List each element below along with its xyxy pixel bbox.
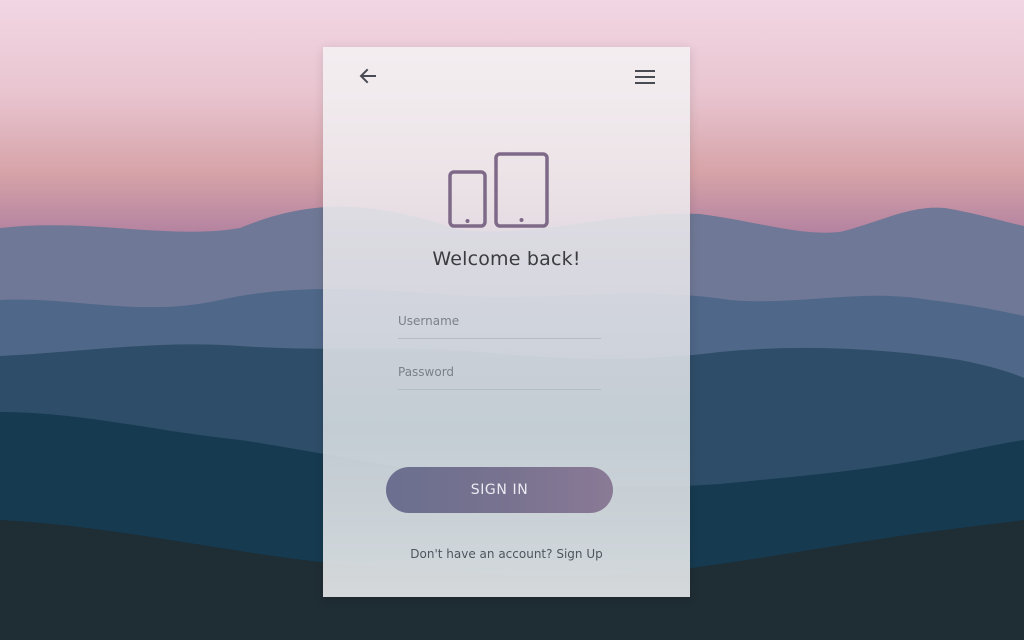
password-input[interactable] — [398, 360, 601, 390]
hamburger-menu-icon[interactable] — [634, 66, 656, 88]
phone-tablet-devices-icon — [448, 152, 549, 228]
username-input[interactable] — [398, 309, 601, 339]
signup-prompt: Don't have an account? Sign Up — [323, 547, 690, 561]
arrow-left-icon[interactable] — [357, 65, 379, 87]
sign-in-button[interactable]: SIGN IN — [386, 467, 613, 513]
login-card: Welcome back! SIGN IN Don't have an acco… — [323, 47, 690, 597]
signup-prompt-text: Don't have an account? — [410, 547, 553, 561]
app-screen: Welcome back! SIGN IN Don't have an acco… — [0, 0, 1024, 640]
welcome-title: Welcome back! — [432, 248, 581, 270]
sign-up-link[interactable]: Sign Up — [556, 547, 602, 561]
